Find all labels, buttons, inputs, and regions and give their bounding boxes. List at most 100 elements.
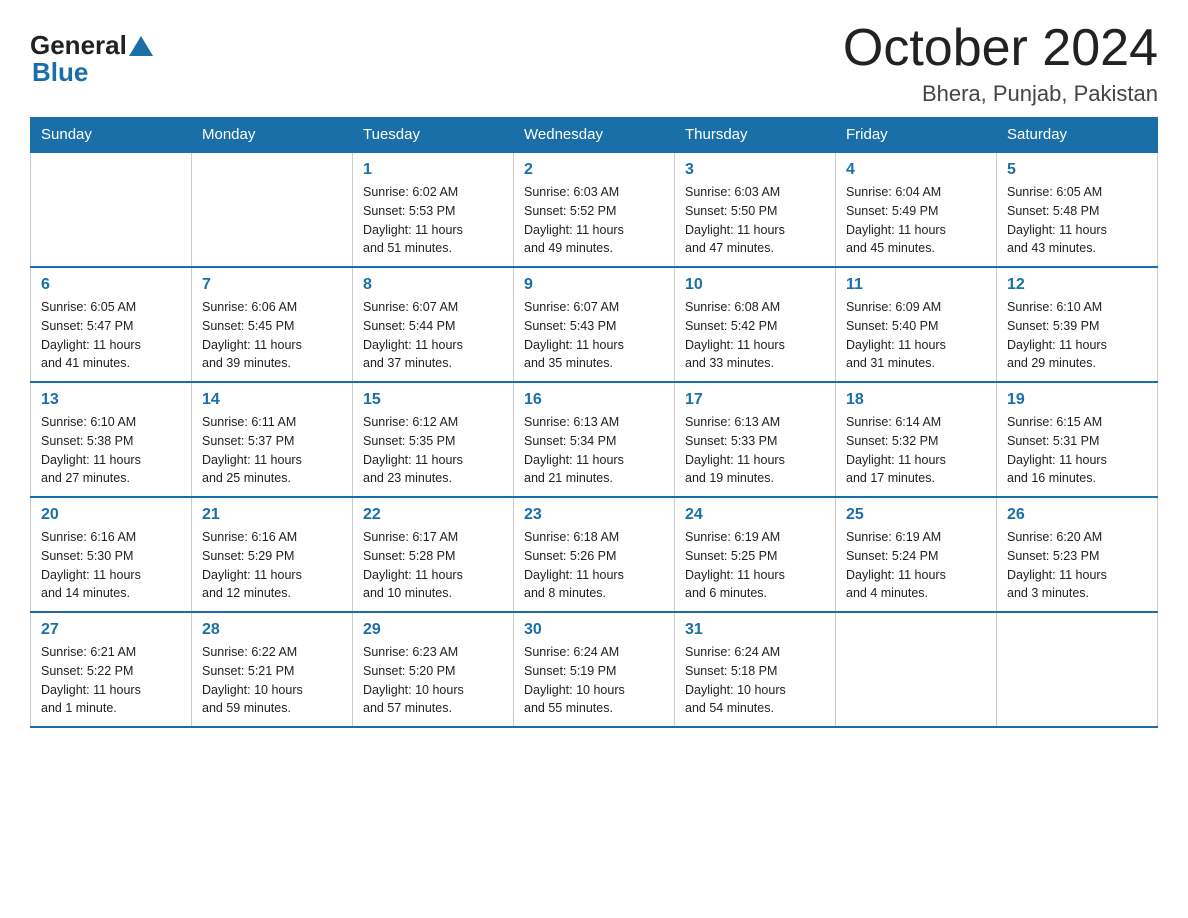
calendar-day-cell: 25Sunrise: 6:19 AM Sunset: 5:24 PM Dayli… [836, 497, 997, 612]
day-info: Sunrise: 6:05 AM Sunset: 5:48 PM Dayligh… [1007, 183, 1147, 258]
day-info: Sunrise: 6:15 AM Sunset: 5:31 PM Dayligh… [1007, 413, 1147, 488]
calendar-day-cell: 28Sunrise: 6:22 AM Sunset: 5:21 PM Dayli… [192, 612, 353, 727]
day-number: 19 [1007, 391, 1147, 409]
day-info: Sunrise: 6:10 AM Sunset: 5:39 PM Dayligh… [1007, 298, 1147, 373]
location: Bhera, Punjab, Pakistan [843, 81, 1158, 107]
calendar-day-cell: 24 Sunrise: 6:19 AM Sunset: 5:25 PM Dayli… [675, 497, 836, 612]
calendar-day-cell: 6Sunrise: 6:05 AM Sunset: 5:47 PM Daylig… [31, 267, 192, 382]
day-number: 26 [1007, 506, 1147, 524]
calendar-weekday-header: Sunday [31, 118, 192, 153]
day-info: Sunrise: 6:03 AM Sunset: 5:52 PM Dayligh… [524, 183, 664, 258]
calendar-day-cell: 16 Sunrise: 6:13 AM Sunset: 5:34 PM Dayli… [514, 382, 675, 497]
day-number: 18 [846, 391, 986, 409]
day-info: Sunrise: 6:20 AM Sunset: 5:23 PM Dayligh… [1007, 528, 1147, 603]
day-info: Sunrise: 6:16 AM Sunset: 5:30 PM Dayligh… [41, 528, 181, 603]
day-number: 7 [202, 276, 342, 294]
day-number: 5 [1007, 161, 1147, 179]
day-number: 29 [363, 621, 503, 639]
day-number: 24 [685, 506, 825, 524]
calendar-day-cell: 7 Sunrise: 6:06 AM Sunset: 5:45 PM Daylig… [192, 267, 353, 382]
day-info: Sunrise: 6:07 AM Sunset: 5:44 PM Dayligh… [363, 298, 503, 373]
day-number: 27 [41, 621, 181, 639]
calendar-day-cell [836, 612, 997, 727]
day-info: Sunrise: 6:14 AM Sunset: 5:32 PM Dayligh… [846, 413, 986, 488]
day-info: Sunrise: 6:16 AM Sunset: 5:29 PM Dayligh… [202, 528, 342, 603]
calendar-week-row: 27 Sunrise: 6:21 AM Sunset: 5:22 PM Dayli… [31, 612, 1158, 727]
day-number: 20 [41, 506, 181, 524]
calendar-day-cell: 12 Sunrise: 6:10 AM Sunset: 5:39 PM Dayli… [997, 267, 1158, 382]
calendar-day-cell: 1Sunrise: 6:02 AM Sunset: 5:53 PM Daylig… [353, 152, 514, 267]
day-number: 8 [363, 276, 503, 294]
day-number: 9 [524, 276, 664, 294]
calendar-header-row: SundayMondayTuesdayWednesdayThursdayFrid… [31, 118, 1158, 153]
day-number: 22 [363, 506, 503, 524]
day-number: 4 [846, 161, 986, 179]
day-info: Sunrise: 6:19 AM Sunset: 5:24 PM Dayligh… [846, 528, 986, 603]
logo-blue: Blue [32, 57, 88, 88]
day-info: Sunrise: 6:03 AM Sunset: 5:50 PM Dayligh… [685, 183, 825, 258]
title-block: October 2024 Bhera, Punjab, Pakistan [843, 20, 1158, 107]
calendar-table: SundayMondayTuesdayWednesdayThursdayFrid… [30, 117, 1158, 728]
day-number: 13 [41, 391, 181, 409]
day-info: Sunrise: 6:05 AM Sunset: 5:47 PM Dayligh… [41, 298, 181, 373]
calendar-day-cell: 20 Sunrise: 6:16 AM Sunset: 5:30 PM Dayli… [31, 497, 192, 612]
day-info: Sunrise: 6:06 AM Sunset: 5:45 PM Dayligh… [202, 298, 342, 373]
calendar-day-cell: 15Sunrise: 6:12 AM Sunset: 5:35 PM Dayli… [353, 382, 514, 497]
day-number: 31 [685, 621, 825, 639]
logo: General Blue [30, 20, 155, 88]
calendar-day-cell: 30Sunrise: 6:24 AM Sunset: 5:19 PM Dayli… [514, 612, 675, 727]
calendar-day-cell: 18 Sunrise: 6:14 AM Sunset: 5:32 PM Dayli… [836, 382, 997, 497]
calendar-day-cell [997, 612, 1158, 727]
day-number: 17 [685, 391, 825, 409]
calendar-day-cell: 22 Sunrise: 6:17 AM Sunset: 5:28 PM Dayli… [353, 497, 514, 612]
calendar-day-cell: 29Sunrise: 6:23 AM Sunset: 5:20 PM Dayli… [353, 612, 514, 727]
calendar-day-cell: 4 Sunrise: 6:04 AM Sunset: 5:49 PM Daylig… [836, 152, 997, 267]
day-info: Sunrise: 6:04 AM Sunset: 5:49 PM Dayligh… [846, 183, 986, 258]
day-number: 10 [685, 276, 825, 294]
calendar-day-cell: 17 Sunrise: 6:13 AM Sunset: 5:33 PM Dayli… [675, 382, 836, 497]
month-title: October 2024 [843, 20, 1158, 77]
calendar-week-row: 6Sunrise: 6:05 AM Sunset: 5:47 PM Daylig… [31, 267, 1158, 382]
calendar-day-cell [31, 152, 192, 267]
page-header: General Blue October 2024 Bhera, Punjab,… [30, 20, 1158, 107]
day-number: 23 [524, 506, 664, 524]
calendar-weekday-header: Tuesday [353, 118, 514, 153]
day-number: 15 [363, 391, 503, 409]
calendar-week-row: 20 Sunrise: 6:16 AM Sunset: 5:30 PM Dayli… [31, 497, 1158, 612]
day-info: Sunrise: 6:13 AM Sunset: 5:34 PM Dayligh… [524, 413, 664, 488]
day-number: 2 [524, 161, 664, 179]
calendar-week-row: 1Sunrise: 6:02 AM Sunset: 5:53 PM Daylig… [31, 152, 1158, 267]
day-info: Sunrise: 6:24 AM Sunset: 5:18 PM Dayligh… [685, 643, 825, 718]
calendar-weekday-header: Saturday [997, 118, 1158, 153]
day-number: 12 [1007, 276, 1147, 294]
calendar-day-cell: 9 Sunrise: 6:07 AM Sunset: 5:43 PM Daylig… [514, 267, 675, 382]
day-info: Sunrise: 6:11 AM Sunset: 5:37 PM Dayligh… [202, 413, 342, 488]
day-number: 16 [524, 391, 664, 409]
calendar-weekday-header: Wednesday [514, 118, 675, 153]
day-info: Sunrise: 6:17 AM Sunset: 5:28 PM Dayligh… [363, 528, 503, 603]
day-info: Sunrise: 6:19 AM Sunset: 5:25 PM Dayligh… [685, 528, 825, 603]
calendar-weekday-header: Thursday [675, 118, 836, 153]
calendar-week-row: 13Sunrise: 6:10 AM Sunset: 5:38 PM Dayli… [31, 382, 1158, 497]
calendar-weekday-header: Friday [836, 118, 997, 153]
calendar-day-cell: 26 Sunrise: 6:20 AM Sunset: 5:23 PM Dayli… [997, 497, 1158, 612]
day-info: Sunrise: 6:07 AM Sunset: 5:43 PM Dayligh… [524, 298, 664, 373]
calendar-day-cell: 23 Sunrise: 6:18 AM Sunset: 5:26 PM Dayli… [514, 497, 675, 612]
calendar-day-cell: 19 Sunrise: 6:15 AM Sunset: 5:31 PM Dayli… [997, 382, 1158, 497]
day-info: Sunrise: 6:08 AM Sunset: 5:42 PM Dayligh… [685, 298, 825, 373]
calendar-day-cell: 11 Sunrise: 6:09 AM Sunset: 5:40 PM Dayli… [836, 267, 997, 382]
calendar-day-cell: 14 Sunrise: 6:11 AM Sunset: 5:37 PM Dayli… [192, 382, 353, 497]
day-info: Sunrise: 6:13 AM Sunset: 5:33 PM Dayligh… [685, 413, 825, 488]
calendar-day-cell: 8 Sunrise: 6:07 AM Sunset: 5:44 PM Daylig… [353, 267, 514, 382]
day-info: Sunrise: 6:21 AM Sunset: 5:22 PM Dayligh… [41, 643, 181, 718]
logo-triangle-icon [129, 36, 153, 56]
day-info: Sunrise: 6:18 AM Sunset: 5:26 PM Dayligh… [524, 528, 664, 603]
calendar-day-cell: 3Sunrise: 6:03 AM Sunset: 5:50 PM Daylig… [675, 152, 836, 267]
day-number: 14 [202, 391, 342, 409]
day-info: Sunrise: 6:09 AM Sunset: 5:40 PM Dayligh… [846, 298, 986, 373]
day-number: 11 [846, 276, 986, 294]
calendar-day-cell: 10 Sunrise: 6:08 AM Sunset: 5:42 PM Dayli… [675, 267, 836, 382]
calendar-day-cell: 27 Sunrise: 6:21 AM Sunset: 5:22 PM Dayli… [31, 612, 192, 727]
calendar-day-cell: 5 Sunrise: 6:05 AM Sunset: 5:48 PM Daylig… [997, 152, 1158, 267]
calendar-day-cell: 2 Sunrise: 6:03 AM Sunset: 5:52 PM Daylig… [514, 152, 675, 267]
